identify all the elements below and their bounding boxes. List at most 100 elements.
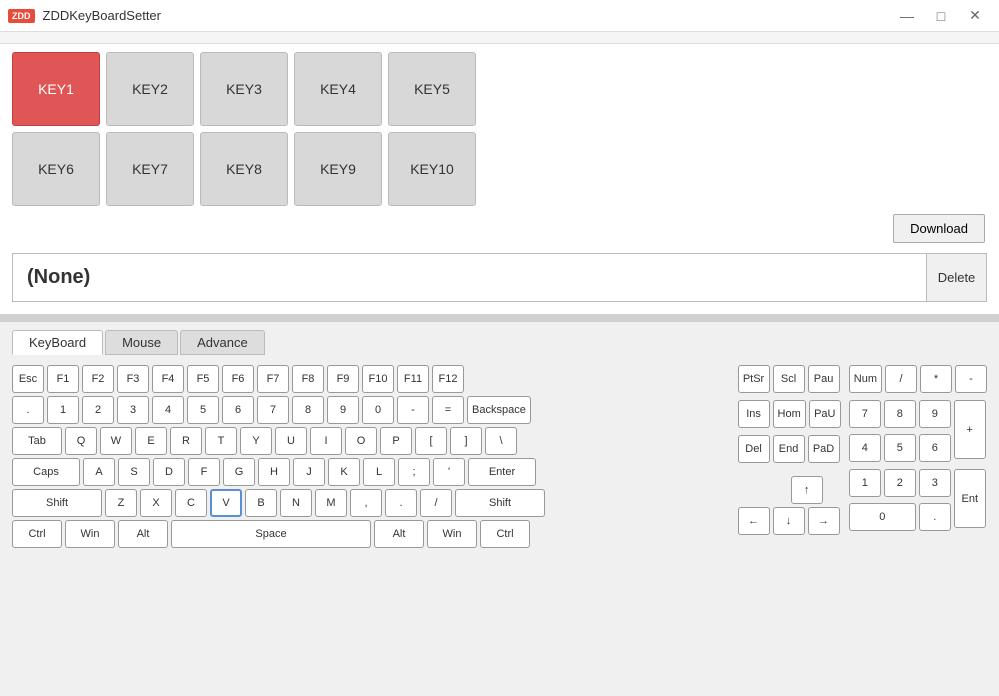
key-lalt[interactable]: Alt [118, 520, 168, 548]
key-f12[interactable]: F12 [432, 365, 464, 393]
key-f7[interactable]: F7 [257, 365, 289, 393]
key-home[interactable]: Hom [773, 400, 806, 428]
key-f5[interactable]: F5 [187, 365, 219, 393]
key-lctrl[interactable]: Ctrl [12, 520, 62, 548]
key-6[interactable]: 6 [222, 396, 254, 424]
key-x[interactable]: X [140, 489, 172, 517]
key-u[interactable]: U [275, 427, 307, 455]
key-period[interactable]: . [385, 489, 417, 517]
key-lshift[interactable]: Shift [12, 489, 102, 517]
key-d[interactable]: D [153, 458, 185, 486]
key-delete[interactable]: Del [738, 435, 770, 463]
key-button-4[interactable]: KEY4 [294, 52, 382, 126]
key-f8[interactable]: F8 [292, 365, 324, 393]
key-w[interactable]: W [100, 427, 132, 455]
key-space[interactable]: Space [171, 520, 371, 548]
key-pageup[interactable]: PaU [809, 400, 841, 428]
key-b[interactable]: B [245, 489, 277, 517]
key-button-2[interactable]: KEY2 [106, 52, 194, 126]
key-k[interactable]: K [328, 458, 360, 486]
key-button-1[interactable]: KEY1 [12, 52, 100, 126]
key-lbracket[interactable]: [ [415, 427, 447, 455]
key-esc[interactable]: Esc [12, 365, 44, 393]
key-semicolon[interactable]: ; [398, 458, 430, 486]
key-rbracket[interactable]: ] [450, 427, 482, 455]
key-pagedown[interactable]: PaD [808, 435, 840, 463]
key-num-5[interactable]: 5 [884, 434, 916, 462]
download-button[interactable]: Download [893, 214, 985, 243]
maximize-button[interactable]: □ [925, 2, 957, 30]
key-f2[interactable]: F2 [82, 365, 114, 393]
key-4[interactable]: 4 [152, 396, 184, 424]
key-t[interactable]: T [205, 427, 237, 455]
key-l[interactable]: L [363, 458, 395, 486]
key-h[interactable]: H [258, 458, 290, 486]
key-up[interactable]: ↑ [791, 476, 823, 504]
key-f9[interactable]: F9 [327, 365, 359, 393]
key-z[interactable]: Z [105, 489, 137, 517]
key-tab[interactable]: Tab [12, 427, 62, 455]
key-2[interactable]: 2 [82, 396, 114, 424]
key-rwin[interactable]: Win [427, 520, 477, 548]
key-button-8[interactable]: KEY8 [200, 132, 288, 206]
key-button-3[interactable]: KEY3 [200, 52, 288, 126]
key-o[interactable]: O [345, 427, 377, 455]
key-left[interactable]: ← [738, 507, 770, 535]
key-n[interactable]: N [280, 489, 312, 517]
key-equals[interactable]: = [432, 396, 464, 424]
key-dot-num[interactable]: . [12, 396, 44, 424]
key-caps[interactable]: Caps [12, 458, 80, 486]
key-p[interactable]: P [380, 427, 412, 455]
key-f3[interactable]: F3 [117, 365, 149, 393]
key-rshift[interactable]: Shift [455, 489, 545, 517]
key-v[interactable]: V [210, 489, 242, 517]
key-num-7[interactable]: 7 [849, 400, 881, 428]
tab-mouse[interactable]: Mouse [105, 330, 178, 355]
key-num-0[interactable]: 0 [849, 503, 916, 531]
close-button[interactable]: ✕ [959, 2, 991, 30]
key-enter[interactable]: Enter [468, 458, 536, 486]
key-y[interactable]: Y [240, 427, 272, 455]
key-1[interactable]: 1 [47, 396, 79, 424]
key-num-3[interactable]: 3 [919, 469, 951, 497]
key-5[interactable]: 5 [187, 396, 219, 424]
key-end[interactable]: End [773, 435, 805, 463]
key-pause[interactable]: Pau [808, 365, 840, 393]
key-button-9[interactable]: KEY9 [294, 132, 382, 206]
key-j[interactable]: J [293, 458, 325, 486]
key-num-6[interactable]: 6 [919, 434, 951, 462]
key-c[interactable]: C [175, 489, 207, 517]
key-0[interactable]: 0 [362, 396, 394, 424]
key-insert[interactable]: Ins [738, 400, 770, 428]
key-num-2[interactable]: 2 [884, 469, 916, 497]
key-f1[interactable]: F1 [47, 365, 79, 393]
key-a[interactable]: A [83, 458, 115, 486]
key-i[interactable]: I [310, 427, 342, 455]
key-7[interactable]: 7 [257, 396, 289, 424]
key-num-mul[interactable]: * [920, 365, 952, 393]
key-num-div[interactable]: / [885, 365, 917, 393]
key-9[interactable]: 9 [327, 396, 359, 424]
key-q[interactable]: Q [65, 427, 97, 455]
key-button-7[interactable]: KEY7 [106, 132, 194, 206]
tab-advance[interactable]: Advance [180, 330, 265, 355]
key-numlock[interactable]: Num [849, 365, 882, 393]
key-right[interactable]: → [808, 507, 840, 535]
key-f6[interactable]: F6 [222, 365, 254, 393]
key-f11[interactable]: F11 [397, 365, 429, 393]
key-printscreen[interactable]: PtSr [738, 365, 770, 393]
key-g[interactable]: G [223, 458, 255, 486]
key-num-minus[interactable]: - [955, 365, 987, 393]
key-backspace[interactable]: Backspace [467, 396, 531, 424]
delete-button[interactable]: Delete [926, 254, 986, 301]
key-num-plus[interactable]: + [954, 400, 986, 459]
key-num-9[interactable]: 9 [919, 400, 951, 428]
key-num-8[interactable]: 8 [884, 400, 916, 428]
key-quote[interactable]: ' [433, 458, 465, 486]
key-minus[interactable]: - [397, 396, 429, 424]
key-rctrl[interactable]: Ctrl [480, 520, 530, 548]
key-f10[interactable]: F10 [362, 365, 394, 393]
key-button-6[interactable]: KEY6 [12, 132, 100, 206]
key-num-dot[interactable]: . [919, 503, 951, 531]
key-lwin[interactable]: Win [65, 520, 115, 548]
